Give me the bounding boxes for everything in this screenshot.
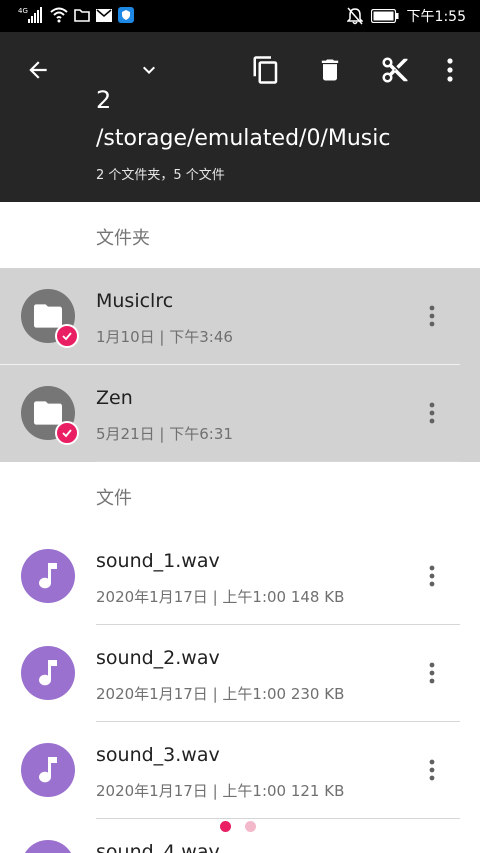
status-right: 下午1:55	[346, 6, 466, 26]
battery-icon	[370, 9, 399, 23]
copy-button[interactable]	[250, 52, 282, 88]
more-vert-icon	[429, 305, 435, 327]
music-note-icon	[39, 563, 57, 589]
selected-check-icon	[55, 421, 79, 445]
music-note-icon	[39, 660, 57, 686]
selected-count: 2	[96, 86, 112, 114]
file-name: sound_2.wav	[96, 647, 220, 669]
trash-icon	[321, 59, 339, 81]
arrow-back-icon	[29, 61, 47, 79]
audio-avatar	[21, 549, 75, 603]
status-time: 下午1:55	[406, 9, 466, 25]
more-vert-icon	[429, 565, 435, 587]
section-header-files: 文件	[96, 488, 132, 509]
item-more-button[interactable]	[418, 397, 446, 429]
selected-check-icon	[55, 324, 79, 348]
scissors-icon	[382, 57, 408, 83]
mail-icon	[96, 8, 112, 22]
folder-meta: 5月21日 | 下午6:31	[96, 425, 233, 443]
back-button[interactable]	[22, 54, 54, 86]
folder-row[interactable]: Musiclrc 1月10日 | 下午3:46	[0, 268, 480, 365]
item-more-button[interactable]	[418, 657, 446, 689]
folder-row[interactable]: Zen 5月21日 | 下午6:31	[0, 365, 480, 462]
notifications-off-icon	[346, 7, 363, 25]
cut-button[interactable]	[378, 52, 412, 88]
folder-summary: 2 个文件夹，5 个文件	[96, 168, 225, 183]
more-vert-icon	[429, 759, 435, 781]
folder-name: Musiclrc	[96, 290, 174, 312]
file-row[interactable]: sound_2.wav 2020年1月17日 | 上午1:00 230 KB	[0, 625, 480, 722]
audio-avatar	[21, 646, 75, 700]
more-vert-icon	[429, 402, 435, 424]
copy-icon	[253, 56, 278, 84]
page-dot-active	[220, 821, 231, 832]
folder-meta: 1月10日 | 下午3:46	[96, 328, 233, 346]
folder-icon	[34, 401, 62, 425]
count-dropdown-button[interactable]	[134, 54, 164, 86]
section-header-folders: 文件夹	[96, 228, 150, 249]
file-row[interactable]: sound_1.wav 2020年1月17日 | 上午1:00 148 KB	[0, 528, 480, 625]
overflow-menu-button[interactable]	[438, 52, 462, 88]
file-meta: 2020年1月17日 | 上午1:00 230 KB	[96, 685, 345, 703]
delete-button[interactable]	[314, 52, 346, 88]
file-name: sound_3.wav	[96, 744, 220, 766]
audio-avatar	[21, 840, 75, 853]
item-more-button[interactable]	[418, 754, 446, 786]
file-row[interactable]: sound_3.wav 2020年1月17日 | 上午1:00 121 KB	[0, 722, 480, 819]
cellular-signal-icon: 4G	[18, 6, 44, 24]
status-left: 4G	[18, 6, 134, 24]
more-vert-icon	[447, 58, 453, 82]
status-bar: 4G 下午1:55	[0, 0, 480, 32]
file-name: sound_4.wav	[96, 841, 220, 853]
page-dot-inactive[interactable]	[245, 821, 256, 832]
svg-text:4G: 4G	[18, 7, 28, 15]
item-more-button[interactable]	[418, 300, 446, 332]
wifi-icon	[50, 7, 68, 23]
current-path: /storage/emulated/0/Music	[96, 126, 391, 151]
page-indicator	[220, 821, 256, 832]
folder-name: Zen	[96, 387, 133, 409]
more-vert-icon	[429, 662, 435, 684]
file-name: sound_1.wav	[96, 550, 220, 572]
item-more-button[interactable]	[418, 560, 446, 592]
selection-toolbar: 2 /storage/emulated/0/Music 2 个文件夹，5 个文件	[0, 32, 480, 202]
folder-notification-icon	[74, 8, 90, 22]
file-meta: 2020年1月17日 | 上午1:00 148 KB	[96, 588, 345, 606]
row-divider	[96, 461, 460, 462]
music-note-icon	[39, 757, 57, 783]
folder-icon	[34, 304, 62, 328]
file-meta: 2020年1月17日 | 上午1:00 121 KB	[96, 782, 345, 800]
shield-icon	[118, 7, 134, 23]
audio-avatar	[21, 743, 75, 797]
chevron-down-icon	[143, 66, 155, 74]
